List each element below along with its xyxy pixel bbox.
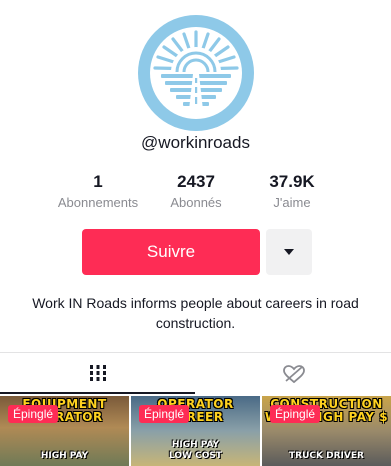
video-caption: HIGH PAY [40, 451, 89, 461]
liked-heart-icon [282, 364, 305, 383]
profile-bio: Work IN Roads informs people about caree… [32, 295, 359, 331]
profile-avatar-image [137, 14, 255, 132]
tab-videos[interactable] [0, 353, 195, 394]
video-tile[interactable]: EQUIPMENT OPERATOR Épinglé HIGH PAY [0, 396, 129, 466]
tab-liked[interactable] [196, 353, 391, 394]
follow-button[interactable]: Suivre [82, 229, 260, 275]
profile-username: @workinroads [141, 133, 250, 152]
video-tile[interactable]: OPERATOR CAREER Épinglé HIGH PAY LOW COS… [131, 396, 260, 466]
stat-likes-value: 37.9K [269, 172, 315, 191]
pinned-badge: Épinglé [270, 405, 321, 423]
more-options-button[interactable] [266, 229, 312, 275]
video-caption: TRUCK DRIVER [289, 451, 364, 461]
video-caption-secondary: LOW COST [168, 451, 222, 461]
pinned-badge: Épinglé [8, 405, 59, 423]
grid-icon [89, 364, 106, 381]
video-caption: HIGH PAY [171, 440, 220, 450]
avatar[interactable] [137, 14, 255, 132]
profile-stats: 1 Abonnements 2437 Abonnés 37.9K J'aime [0, 172, 391, 216]
pinned-badge: Épinglé [139, 405, 190, 423]
stat-likes-label: J'aime [273, 195, 311, 210]
caret-down-icon [284, 249, 294, 255]
sunrise-road-logo-icon [138, 15, 254, 131]
video-grid: EQUIPMENT OPERATOR Épinglé HIGH PAY OPER… [0, 396, 391, 466]
profile-tabs [0, 352, 391, 394]
video-tile[interactable]: CONSTRUCTION WITH HIGH PAY $ Épinglé TRU… [262, 396, 391, 466]
stat-likes: 37.9K J'aime [232, 172, 352, 212]
